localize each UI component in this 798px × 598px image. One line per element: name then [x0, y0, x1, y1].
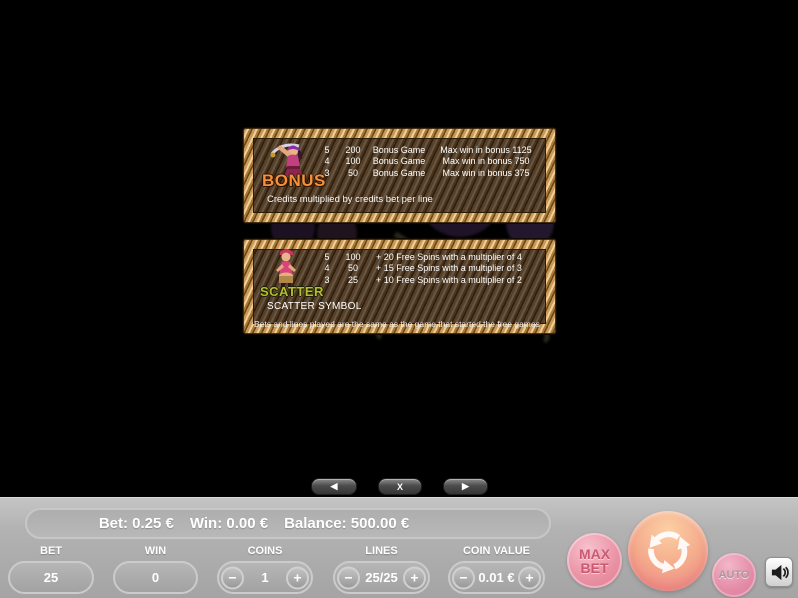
table-row: 3 25 + 10 Free Spins with a multiplier o…	[318, 274, 546, 286]
forward-arrow-icon: ▶	[462, 481, 469, 492]
credits-value: 25	[336, 275, 370, 285]
bonus-footnote: Credits multiplied by credits bet per li…	[267, 194, 433, 205]
auto-spin-button[interactable]: AUTO	[712, 553, 756, 597]
win-display: 0	[113, 561, 198, 594]
minus-icon: −	[228, 571, 236, 585]
scatter-paytable-panel: SCATTER 5 100 + 20 Free Spins with a mul…	[243, 239, 556, 334]
win-label: WIN	[113, 545, 198, 557]
coin-value-stepper: − 0.01 € +	[448, 561, 545, 594]
scatter-paytable-rows: 5 100 + 20 Free Spins with a multiplier …	[318, 251, 546, 286]
bonus-symbol-label: BONUS	[262, 171, 322, 191]
lines-minus-button[interactable]: −	[337, 566, 360, 589]
control-bar: Bet: 0.25 € Win: 0.00 € Balance: 500.00 …	[0, 497, 798, 598]
coins-plus-button[interactable]: +	[286, 566, 309, 589]
credits-value: 100	[336, 252, 370, 262]
previous-page-button[interactable]: ◀	[311, 478, 357, 495]
coins-value: 1	[261, 570, 268, 585]
match-count: 4	[318, 263, 336, 273]
coins-minus-button[interactable]: −	[221, 566, 244, 589]
free-spins-note: + 15 Free Spins with a multiplier of 3	[370, 263, 540, 273]
win-status: Win: 0.00 €	[190, 515, 268, 532]
bet-label: BET	[8, 545, 94, 557]
match-count: 5	[318, 145, 336, 155]
max-bet-button[interactable]: MAX BET	[567, 533, 622, 588]
credits-value: 100	[336, 156, 370, 166]
game-name: Bonus Game	[370, 145, 428, 155]
table-row: 4 100 Bonus Game Max win in bonus 750	[318, 156, 546, 168]
win-value: 0	[152, 570, 159, 585]
close-paytable-button[interactable]: X	[378, 478, 422, 495]
status-readout: Bet: 0.25 € Win: 0.00 € Balance: 500.00 …	[25, 508, 551, 539]
scatter-subtitle: SCATTER SYMBOL	[267, 301, 362, 312]
max-win-note: Max win in bonus 1125	[428, 145, 544, 155]
lines-plus-button[interactable]: +	[403, 566, 426, 589]
game-name: Bonus Game	[370, 168, 428, 178]
table-row: 5 200 Bonus Game Max win in bonus 1125	[318, 144, 546, 156]
max-bet-line1: MAX	[579, 547, 610, 561]
slot-paytable-screen: BONUS 5 200 Bonus Game Max win in bonus …	[0, 0, 798, 598]
bonus-paytable-panel: BONUS 5 200 Bonus Game Max win in bonus …	[243, 128, 556, 223]
table-row: 4 50 + 15 Free Spins with a multiplier o…	[318, 263, 546, 275]
bet-status: Bet: 0.25 €	[99, 515, 174, 532]
scatter-pirate-symbol-icon	[270, 247, 304, 289]
minus-icon: −	[459, 571, 467, 585]
free-spins-note: + 20 Free Spins with a multiplier of 4	[370, 252, 540, 262]
scatter-footnote: Bets and lines played are the same as th…	[254, 319, 550, 329]
auto-label: AUTO	[719, 569, 750, 581]
plus-icon: +	[293, 571, 301, 585]
spin-button[interactable]	[628, 511, 708, 591]
coin-value-label: COIN VALUE	[448, 545, 545, 557]
game-name: Bonus Game	[370, 156, 428, 166]
plus-icon: +	[410, 571, 418, 585]
max-win-note: Max win in bonus 750	[428, 156, 544, 166]
scatter-symbol-label: SCATTER	[260, 284, 322, 299]
credits-value: 200	[336, 145, 370, 155]
coin-value-minus-button[interactable]: −	[452, 566, 475, 589]
credits-value: 50	[336, 168, 370, 178]
bonus-paytable-rows: 5 200 Bonus Game Max win in bonus 1125 4…	[318, 144, 546, 179]
coin-value-plus-button[interactable]: +	[518, 566, 541, 589]
bonus-panel-inner: BONUS 5 200 Bonus Game Max win in bonus …	[254, 139, 545, 212]
scatter-panel-inner: SCATTER 5 100 + 20 Free Spins with a mul…	[254, 250, 545, 323]
match-count: 3	[318, 168, 336, 178]
sound-toggle-button[interactable]	[765, 557, 793, 587]
match-count: 3	[318, 275, 336, 285]
spin-cycle-arrows-icon	[642, 525, 694, 577]
lines-value: 25/25	[365, 570, 398, 585]
bet-value: 25	[44, 570, 58, 585]
lines-label: LINES	[333, 545, 430, 557]
minus-icon: −	[344, 571, 352, 585]
bet-display: 25	[8, 561, 94, 594]
free-spins-note: + 10 Free Spins with a multiplier of 2	[370, 275, 540, 285]
credits-value: 50	[336, 263, 370, 273]
match-count: 4	[318, 156, 336, 166]
coins-label: COINS	[217, 545, 313, 557]
back-arrow-icon: ◀	[331, 481, 338, 492]
speaker-icon	[770, 563, 789, 582]
table-row: 5 100 + 20 Free Spins with a multiplier …	[318, 251, 546, 263]
coin-value-value: 0.01 €	[478, 570, 514, 585]
plus-icon: +	[525, 571, 533, 585]
next-page-button[interactable]: ▶	[443, 478, 488, 495]
max-win-note: Max win in bonus 375	[428, 168, 544, 178]
max-bet-line2: BET	[581, 561, 609, 575]
balance-status: Balance: 500.00 €	[284, 515, 409, 532]
coins-stepper: − 1 +	[217, 561, 313, 594]
lines-stepper: − 25/25 +	[333, 561, 430, 594]
match-count: 5	[318, 252, 336, 262]
close-icon: X	[397, 482, 403, 492]
table-row: 3 50 Bonus Game Max win in bonus 375	[318, 167, 546, 179]
